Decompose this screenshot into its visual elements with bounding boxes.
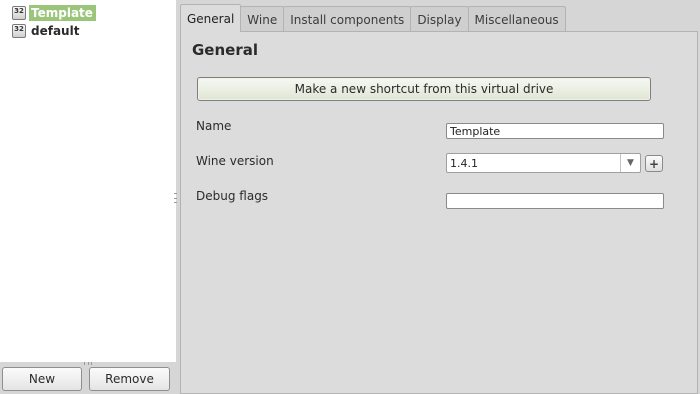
chevron-down-icon[interactable]: ▼ xyxy=(620,154,640,172)
wine-version-value: 1.4.1 xyxy=(450,156,478,170)
drive-item-default[interactable]: 32 default xyxy=(12,23,82,39)
add-wine-version-button[interactable]: + xyxy=(645,155,663,172)
name-label: Name xyxy=(196,119,232,133)
debug-flags-field[interactable] xyxy=(446,193,664,209)
tab-miscellaneous[interactable]: Miscellaneous xyxy=(467,6,566,32)
virtual-drive-list[interactable]: 32 Template 32 default xyxy=(0,0,176,362)
remove-button[interactable]: Remove xyxy=(89,367,170,391)
list-resize-handle[interactable] xyxy=(84,362,92,366)
section-title: General xyxy=(192,41,258,59)
general-panel: General Make a new shortcut from this vi… xyxy=(180,31,698,394)
virtual-drive-icon: 32 xyxy=(12,24,26,38)
drive-item-label: default xyxy=(31,24,80,38)
name-field[interactable] xyxy=(446,123,664,139)
virtual-drive-icon: 32 xyxy=(12,6,26,20)
tab-general[interactable]: General xyxy=(180,4,242,32)
settings-tabs: General Wine Install components Display … xyxy=(180,4,566,32)
tab-install-components[interactable]: Install components xyxy=(283,6,412,32)
settings-pane: General Wine Install components Display … xyxy=(180,0,700,394)
pane-splitter-handle[interactable] xyxy=(174,193,178,203)
wine-version-label: Wine version xyxy=(196,154,274,168)
tab-display[interactable]: Display xyxy=(410,6,469,32)
tab-wine[interactable]: Wine xyxy=(240,6,285,32)
make-shortcut-button[interactable]: Make a new shortcut from this virtual dr… xyxy=(197,77,651,101)
new-button[interactable]: New xyxy=(2,367,82,391)
drive-item-template[interactable]: 32 Template xyxy=(12,5,96,21)
plus-icon: + xyxy=(648,156,660,171)
debug-flags-label: Debug flags xyxy=(196,189,269,203)
drive-item-label: Template xyxy=(29,5,96,21)
wine-version-select[interactable]: 1.4.1 ▼ xyxy=(446,153,641,173)
